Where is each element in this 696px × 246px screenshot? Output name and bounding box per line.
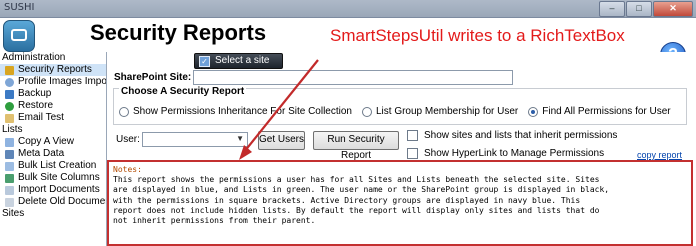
sidebar-item-label: Backup [18,88,52,99]
get-users-button[interactable]: Get Users [258,131,305,150]
inherit-permissions-label: Show sites and lists that inherit permis… [424,130,618,141]
email-icon [5,113,14,123]
sidebar-group-administration: Administration [2,52,66,63]
sharepoint-site-label: SharePoint Site: [114,72,192,83]
close-button[interactable]: ✕ [653,1,693,17]
window-controls: – □ ✕ [599,1,693,17]
hyperlink-label: Show HyperLink to Manage Permissions [424,148,605,159]
sidebar-group-lists: Lists [2,124,23,135]
report-options: Show Permissions Inheritance For Site Co… [119,106,681,117]
sidebar-item-copy-a-view[interactable]: Copy A View [0,136,106,148]
hyperlink-option[interactable]: Show HyperLink to Manage Permissions [407,148,604,159]
radio-selected-icon [528,106,539,117]
select-site-label: Select a site [215,55,270,66]
sidebar-item-label: Bulk Site Columns [18,172,100,183]
radio-label: Find All Permissions for User [542,106,671,117]
notes-richtextbox[interactable]: Notes: This report shows the permissions… [107,160,693,246]
run-security-report-button[interactable]: Run Security Report [313,131,399,161]
sidebar-item-import-documents[interactable]: Import Documents [0,184,106,196]
sidebar-item-label: Copy A View [18,136,74,147]
backup-icon [5,89,14,99]
radio-icon [119,106,129,117]
main-panel: ✓ Select a site SharePoint Site: Choose … [107,52,696,246]
sidebar: Administration Security Reports Profile … [0,52,107,246]
columns-icon [5,173,14,183]
sidebar-item-label: Profile Images Import [18,76,107,87]
radio-label: Show Permissions Inheritance For Site Co… [133,106,352,117]
sidebar-item-delete-old-documents[interactable]: Delete Old Documents [0,196,106,208]
window-title: SUSHI [4,2,35,13]
sidebar-item-profile-images-import[interactable]: Profile Images Import [0,76,106,88]
import-icon [5,185,14,195]
key-icon [5,65,14,75]
page-title: Security Reports [90,20,267,45]
security-report-group-label: Choose A Security Report [119,86,247,97]
copy-report-link[interactable]: copy report [637,150,682,160]
radio-icon [361,106,372,117]
notes-title: Notes: [113,165,142,174]
sidebar-item-meta-data[interactable]: Meta Data [0,148,106,160]
security-report-group: Choose A Security Report Show Permission… [113,86,687,125]
select-site-button[interactable]: ✓ Select a site [194,53,283,69]
sidebar-item-label: Email Test [18,112,64,123]
annotation-caption: SmartStepsUtil writes to a RichTextBox [330,26,625,45]
sidebar-item-label: Meta Data [18,148,65,159]
sidebar-item-label: Bulk List Creation [18,160,97,171]
sidebar-item-email-test[interactable]: Email Test [0,112,106,124]
sidebar-item-security-reports[interactable]: Security Reports [0,64,106,76]
title-bar: SUSHI – □ ✕ [0,0,696,18]
sidebar-item-label: Restore [18,100,54,111]
user-combobox[interactable]: ▼ [142,132,248,147]
sidebar-item-bulk-list-creation[interactable]: Bulk List Creation [0,160,106,172]
sidebar-item-bulk-site-columns[interactable]: Bulk Site Columns [0,172,106,184]
radio-show-permissions-inheritance[interactable]: Show Permissions Inheritance For Site Co… [119,106,352,117]
maximize-button[interactable]: □ [626,1,652,17]
radio-list-group-membership[interactable]: List Group Membership for User [361,106,519,117]
checkbox-icon[interactable] [407,148,418,159]
restore-icon [5,101,14,111]
sidebar-item-label: Delete Old Documents [18,196,106,207]
header: Security Reports SmartStepsUtil writes t… [0,18,696,68]
user-label: User: [116,134,140,145]
copy-icon [5,137,14,147]
sidebar-item-restore[interactable]: Restore [0,100,106,112]
inherit-permissions-option[interactable]: Show sites and lists that inherit permis… [407,130,617,141]
delete-icon [5,197,14,207]
sharepoint-site-input[interactable] [193,70,513,85]
sidebar-item-label: Import Documents [18,184,100,195]
notes-text: This report shows the permissions a user… [113,175,610,226]
checkmark-icon: ✓ [199,56,210,67]
sidebar-group-sites: Sites [2,208,25,219]
list-icon [5,161,14,171]
app-logo-icon [3,20,35,52]
sidebar-item-backup[interactable]: Backup [0,88,106,100]
minimize-button[interactable]: – [599,1,625,17]
radio-find-all-permissions[interactable]: Find All Permissions for User [528,106,671,117]
dropdown-arrow-icon[interactable]: ▼ [236,134,244,143]
user-icon [5,77,14,87]
data-icon [5,149,14,159]
sidebar-item-label: Security Reports [18,64,92,75]
checkbox-icon[interactable] [407,130,418,141]
radio-label: List Group Membership for User [375,106,519,117]
